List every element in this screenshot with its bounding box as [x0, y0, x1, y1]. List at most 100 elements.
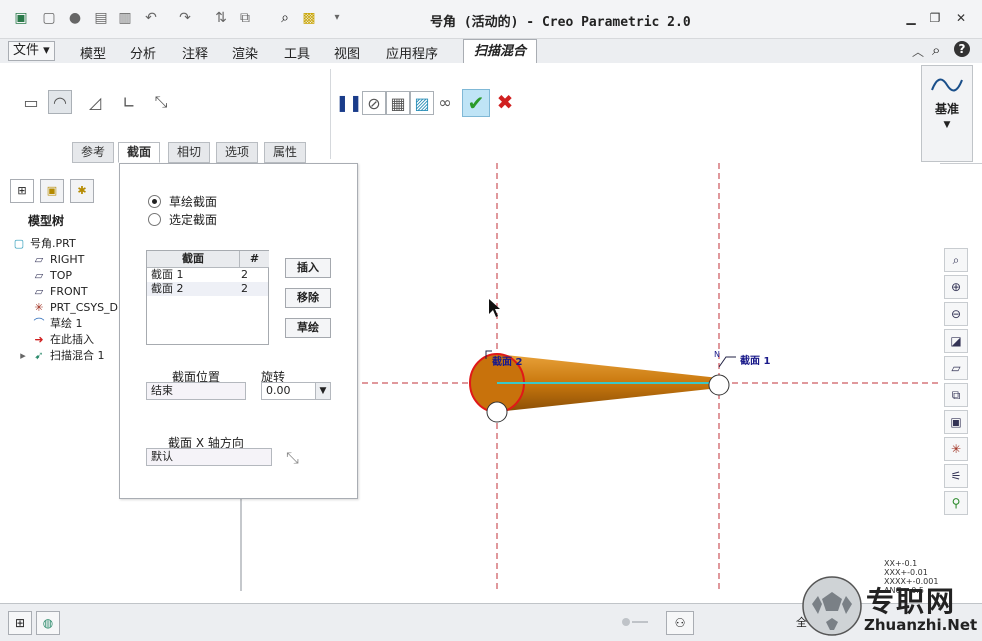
tab-view[interactable]: 视图: [334, 43, 360, 62]
view-manager-icon[interactable]: ▣: [944, 410, 968, 434]
regen-status-icon: [622, 618, 652, 626]
model-tree-title: 模型树: [28, 214, 65, 228]
refit-icon[interactable]: ⌕: [944, 248, 968, 272]
model-tree-tab-icon[interactable]: ⊞: [10, 179, 34, 203]
customize-toolbar-icon[interactable]: ▾: [328, 9, 346, 27]
datum-curve-icon: [931, 78, 963, 92]
favorites-tab-icon[interactable]: ✱: [70, 179, 94, 203]
mouse-cursor-icon: [489, 299, 500, 317]
redo-icon[interactable]: ↷: [176, 9, 194, 27]
tab-sweep-blend[interactable]: 扫描混合: [463, 39, 538, 63]
flip-direction-icon[interactable]: ⤡: [150, 91, 172, 113]
close-icon[interactable]: ✕: [952, 10, 970, 26]
chevron-down-icon[interactable]: ▼: [315, 383, 330, 399]
tree-item-part[interactable]: ▢ 号角.PRT: [12, 235, 76, 251]
tree-item-top[interactable]: ▱ TOP: [32, 267, 72, 283]
tree-item-csys[interactable]: ✳ PRT_CSYS_DE: [32, 299, 125, 315]
section-2-handle: [486, 401, 508, 423]
preview-icon[interactable]: ▦: [386, 91, 410, 115]
flip-axis-icon[interactable]: ⤡: [286, 448, 299, 468]
datum-label: 基准: [934, 102, 959, 116]
section-x-axis-field[interactable]: 默认: [146, 448, 272, 466]
datum-group[interactable]: 基准 ▼: [921, 65, 973, 162]
cancel-icon[interactable]: ✖: [494, 90, 516, 114]
subtab-sections[interactable]: 截面: [118, 142, 161, 163]
tab-render[interactable]: 渲染: [232, 43, 258, 62]
subtab-references[interactable]: 参考: [72, 142, 115, 163]
navigator-toggle-icon[interactable]: ⊞: [8, 611, 32, 635]
tab-annotate[interactable]: 注释: [182, 43, 208, 62]
folder-browser-tab-icon[interactable]: ▣: [40, 179, 64, 203]
zoom-in-icon[interactable]: ⊕: [944, 275, 968, 299]
undo-icon[interactable]: ↶: [142, 9, 160, 27]
solid-icon[interactable]: ▭: [20, 91, 42, 113]
open-icon[interactable]: ●: [66, 9, 84, 27]
tab-model[interactable]: 模型: [80, 43, 106, 62]
subtab-tangency[interactable]: 相切: [168, 142, 211, 163]
radio-dot[interactable]: [148, 213, 161, 226]
verify-mode-icon[interactable]: ▨: [410, 91, 434, 115]
radio-selected-sections[interactable]: 选定截面: [148, 211, 217, 228]
remove-button[interactable]: 移除: [285, 288, 331, 308]
save-copy-icon[interactable]: ▥: [116, 9, 134, 27]
tree-item-front[interactable]: ▱ FRONT: [32, 283, 88, 299]
close-window-icon[interactable]: ▩: [300, 9, 318, 27]
radio-sketched-sections[interactable]: 草绘截面: [148, 193, 217, 210]
regenerate-icon[interactable]: ⇅: [212, 9, 230, 27]
find-selection-icon[interactable]: ⚇: [666, 611, 694, 635]
no-preview-icon[interactable]: ⊘: [362, 91, 386, 115]
annotation-display-icon[interactable]: ⚟: [944, 464, 968, 488]
table-row[interactable]: 截面 1 2: [147, 268, 268, 282]
repaint-icon[interactable]: ◪: [944, 329, 968, 353]
table-row[interactable]: 截面 2 2: [147, 282, 268, 296]
remove-material-icon[interactable]: ◿: [84, 91, 106, 113]
section-1-label: 截面 1: [740, 356, 771, 367]
view-toolbar: ⌕ ⊕ ⊖ ◪ ▱ ⧉ ▣ ✳ ⚟ ⚲: [942, 243, 970, 523]
subtab-properties[interactable]: 属性: [264, 142, 307, 163]
saved-views-icon[interactable]: ⧉: [944, 383, 968, 407]
tree-item-sweep-blend[interactable]: ▸ ➹ 扫描混合 1: [18, 347, 104, 363]
app-logo-icon[interactable]: ▣: [12, 9, 30, 27]
browser-toggle-icon[interactable]: ◍: [36, 611, 60, 635]
insert-button[interactable]: 插入: [285, 258, 331, 278]
display-style-icon[interactable]: ▱: [944, 356, 968, 380]
expand-icon[interactable]: ▸: [18, 349, 28, 362]
zoom-out-icon[interactable]: ⊖: [944, 302, 968, 326]
datum-display-icon[interactable]: ✳: [944, 437, 968, 461]
radio-dot[interactable]: [148, 195, 161, 208]
maximize-icon[interactable]: ❐: [926, 10, 944, 26]
tab-applications[interactable]: 应用程序: [386, 43, 438, 62]
tab-tools[interactable]: 工具: [284, 43, 310, 62]
ribbon-panel: ▭ ◠ ◿ ∟ ⤡ ❚❚ ⊘ ▦ ▨ ∞ ✔ ✖ 参考 截面 相切 选项 属性: [0, 63, 982, 164]
thicken-icon[interactable]: ∟: [118, 91, 140, 113]
glasses-icon[interactable]: ∞: [434, 91, 456, 113]
windows-icon[interactable]: ⧉: [236, 9, 254, 27]
rotation-field[interactable]: 0.00 ▼: [261, 382, 331, 400]
ribbon-divider: [330, 69, 331, 159]
pause-icon[interactable]: ❚❚: [336, 91, 363, 113]
watermark-url: Zhuanzhi.Net: [864, 616, 978, 634]
soccer-ball-icon: [802, 576, 862, 636]
minimize-icon[interactable]: ▁: [902, 10, 920, 26]
tree-item-insert-here[interactable]: ➜ 在此插入: [32, 331, 94, 347]
window-title: 号角 (活动的) - Creo Parametric 2.0: [430, 15, 691, 30]
tab-file[interactable]: 文件 ▾: [8, 41, 55, 61]
surface-icon[interactable]: ◠: [48, 90, 72, 114]
save-icon[interactable]: ▤: [92, 9, 110, 27]
spin-center-icon[interactable]: ⚲: [944, 491, 968, 515]
find-icon[interactable]: ⌕: [276, 9, 294, 27]
tree-item-sketch[interactable]: ⌒ 草绘 1: [32, 315, 83, 331]
sketch-button[interactable]: 草绘: [285, 318, 331, 338]
collapse-ribbon-icon[interactable]: ︿: [912, 43, 924, 60]
confirm-icon[interactable]: ✔: [462, 89, 490, 117]
chevron-down-icon[interactable]: ▼: [922, 120, 972, 130]
new-icon[interactable]: ▢: [40, 9, 58, 27]
tab-analysis[interactable]: 分析: [130, 43, 156, 62]
col-header-count: #: [239, 251, 269, 268]
tree-item-right[interactable]: ▱ RIGHT: [32, 251, 85, 267]
search-icon[interactable]: ⌕: [932, 41, 940, 59]
sections-table[interactable]: 截面 # 截面 1 2 截面 2 2: [146, 250, 269, 345]
subtab-options[interactable]: 选项: [216, 142, 259, 163]
help-icon[interactable]: ?: [954, 41, 970, 57]
section-location-field[interactable]: 结束: [146, 382, 246, 400]
